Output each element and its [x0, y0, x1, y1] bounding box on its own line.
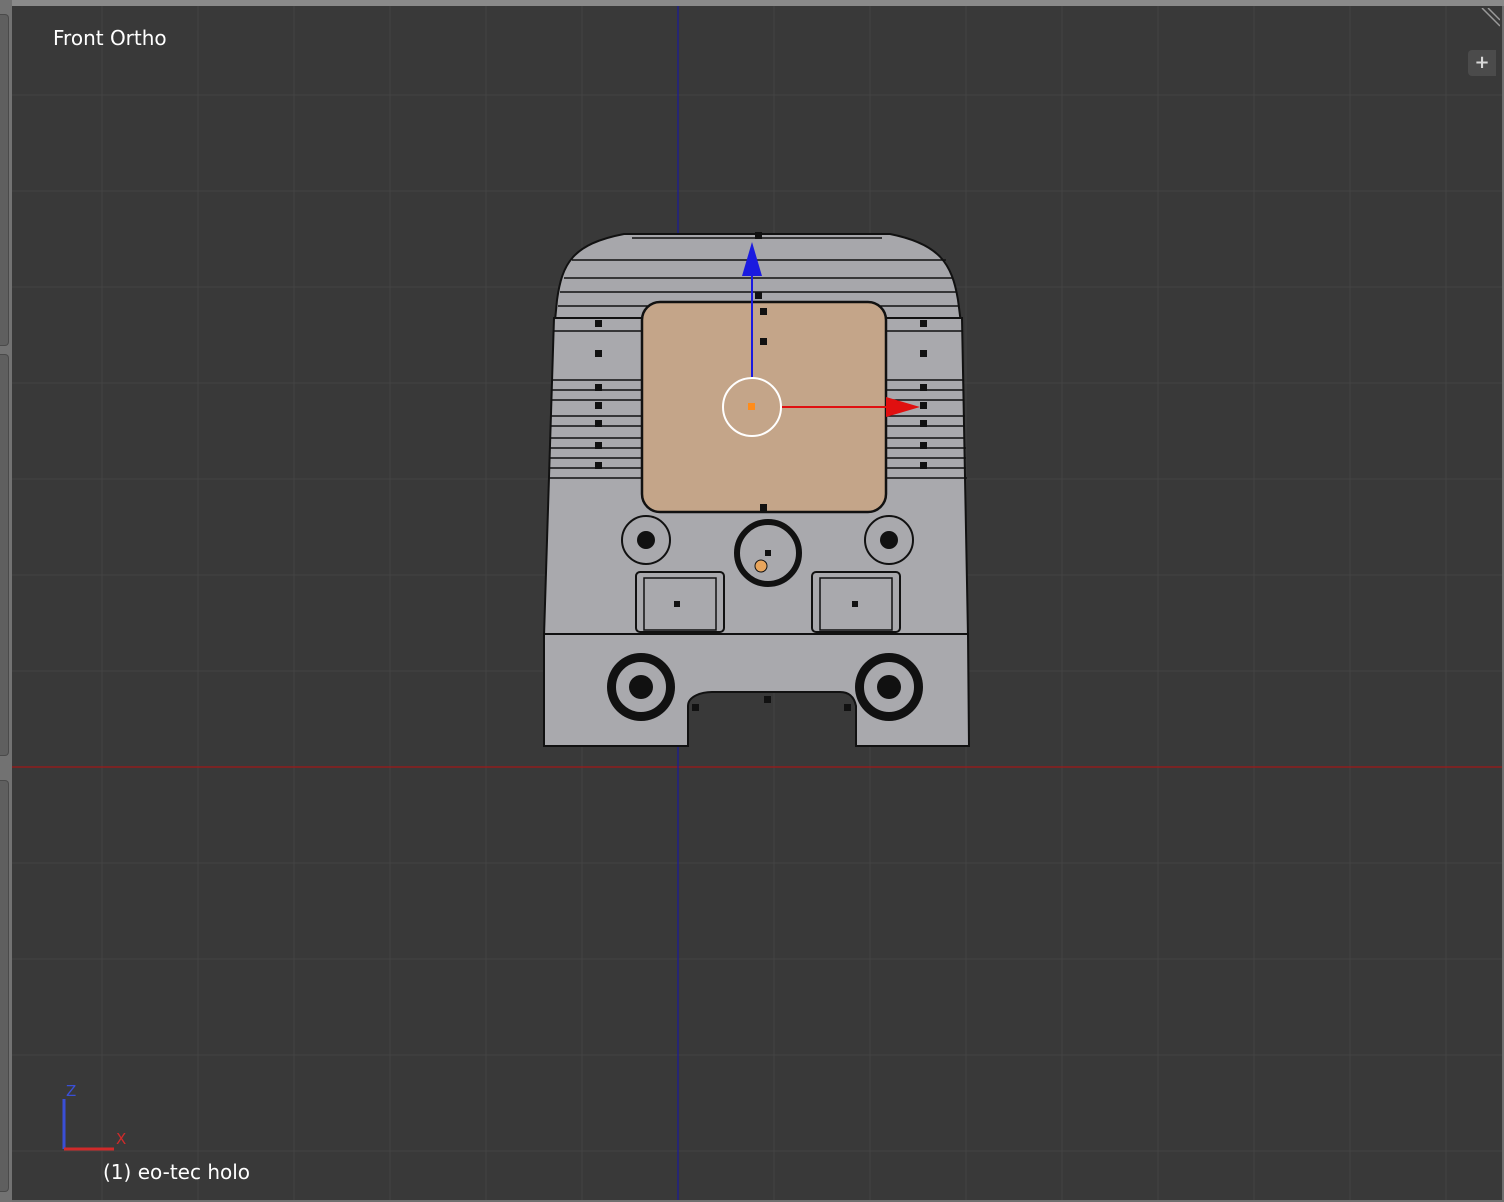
button-left — [635, 571, 725, 633]
active-object-label: (1) eo-tec holo — [103, 1160, 251, 1184]
axis-x-label: X — [116, 1130, 127, 1148]
properties-toggle-button[interactable]: + — [1468, 50, 1496, 76]
3d-viewport[interactable]: Front Ortho (1) eo-tec holo Z X + — [12, 6, 1502, 1200]
screw-left-lower — [607, 653, 675, 721]
mesh-object-eotech[interactable] — [542, 232, 971, 747]
view-title: Front Ortho — [53, 26, 167, 50]
toolshelf-tab-lower[interactable] — [0, 354, 9, 756]
view-axis-widget — [62, 1099, 114, 1151]
operator-panel-tab[interactable] — [0, 780, 9, 1192]
object-origin — [748, 403, 755, 410]
screw-right-upper — [864, 515, 914, 565]
viewport-grid — [12, 6, 1502, 1200]
screw-right-lower — [855, 653, 923, 721]
left-editor-border — [0, 0, 12, 1202]
corner-resize-icon[interactable] — [1480, 8, 1500, 28]
axis-z-label: Z — [66, 1082, 77, 1100]
center-knob — [734, 519, 802, 587]
plus-icon: + — [1474, 52, 1490, 73]
toolshelf-tab[interactable] — [0, 14, 9, 346]
button-right — [811, 571, 901, 633]
screw-left-upper — [621, 515, 671, 565]
